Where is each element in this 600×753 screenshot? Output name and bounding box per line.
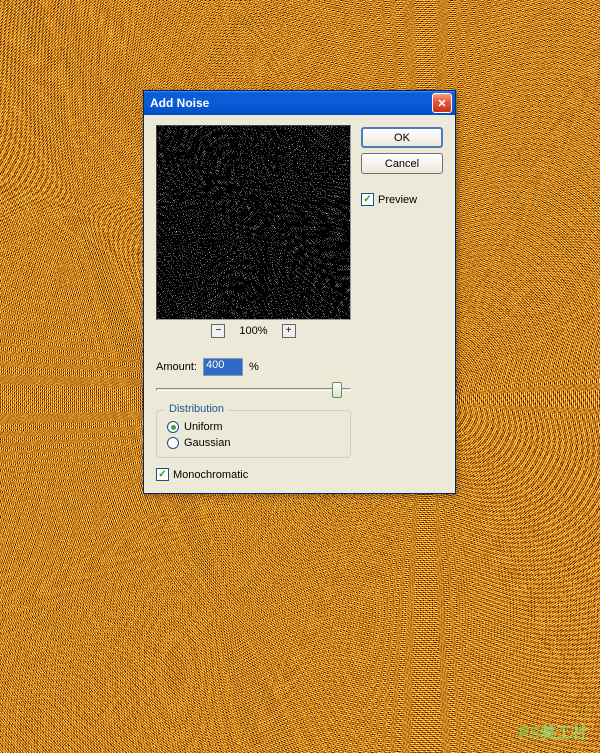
plus-icon: +	[286, 326, 292, 336]
cancel-button[interactable]: Cancel	[361, 153, 443, 174]
amount-unit: %	[249, 361, 259, 373]
close-button[interactable]: ✕	[432, 93, 452, 113]
gaussian-option[interactable]: Gaussian	[167, 437, 340, 449]
uniform-label: Uniform	[184, 421, 223, 433]
amount-row: Amount: 400 %	[156, 358, 351, 376]
ok-button[interactable]: OK	[361, 127, 443, 148]
dialog-body: − 100% + Amount: 400 % Distri	[144, 115, 455, 493]
preview-option[interactable]: ✓ Preview	[361, 193, 443, 206]
zoom-out-button[interactable]: −	[211, 324, 225, 338]
radio-gaussian[interactable]	[167, 437, 179, 449]
distribution-legend: Distribution	[165, 403, 228, 415]
monochromatic-checkbox[interactable]: ✓	[156, 468, 169, 481]
zoom-level: 100%	[239, 325, 267, 337]
preview-checkbox[interactable]: ✓	[361, 193, 374, 206]
gaussian-label: Gaussian	[184, 437, 230, 449]
preview-noise	[157, 126, 350, 319]
amount-label: Amount:	[156, 361, 197, 373]
add-noise-dialog: Add Noise ✕ − 100% + A	[143, 90, 456, 494]
preview-label: Preview	[378, 194, 417, 206]
check-icon: ✓	[363, 194, 371, 205]
slider-thumb[interactable]	[332, 382, 342, 398]
preview-box[interactable]	[156, 125, 351, 320]
radio-uniform[interactable]	[167, 421, 179, 433]
titlebar[interactable]: Add Noise ✕	[144, 91, 455, 115]
side-buttons: OK Cancel ✓ Preview	[361, 125, 443, 481]
monochromatic-label: Monochromatic	[173, 469, 248, 481]
minus-icon: −	[216, 326, 222, 336]
zoom-controls: − 100% +	[156, 324, 351, 338]
slider-track	[156, 388, 351, 391]
amount-slider[interactable]	[156, 380, 351, 398]
close-icon: ✕	[437, 97, 446, 110]
check-icon: ✓	[158, 469, 166, 480]
monochromatic-option[interactable]: ✓ Monochromatic	[156, 468, 351, 481]
zoom-in-button[interactable]: +	[282, 324, 296, 338]
dialog-title: Add Noise	[150, 96, 432, 110]
uniform-option[interactable]: Uniform	[167, 421, 340, 433]
amount-input[interactable]: 400	[203, 358, 243, 376]
distribution-fieldset: Distribution Uniform Gaussian	[156, 410, 351, 458]
